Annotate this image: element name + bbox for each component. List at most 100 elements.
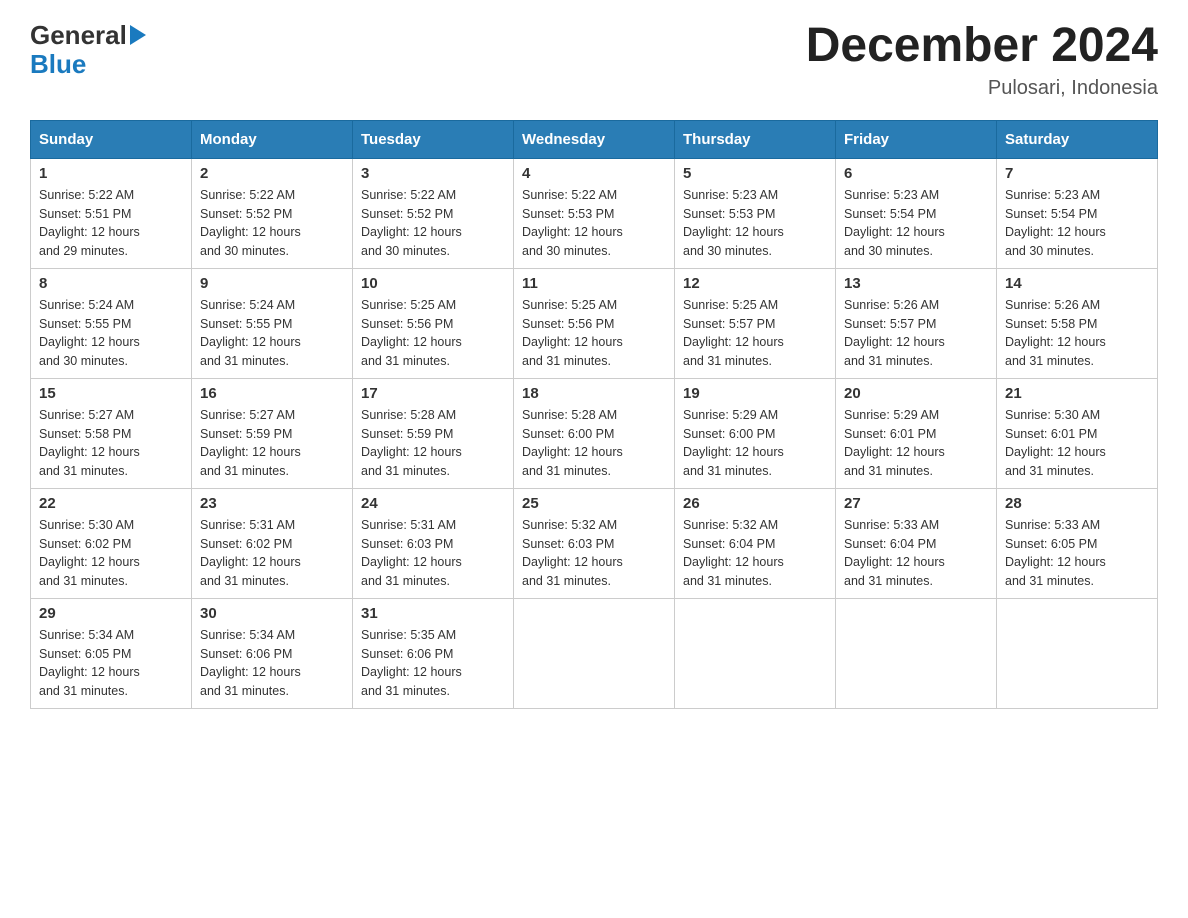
day-info: Sunrise: 5:28 AM Sunset: 6:00 PM Dayligh… <box>522 406 666 481</box>
day-info: Sunrise: 5:34 AM Sunset: 6:05 PM Dayligh… <box>39 626 183 701</box>
logo: General Blue <box>30 20 146 80</box>
day-number: 21 <box>1005 385 1149 402</box>
day-number: 4 <box>522 165 666 182</box>
calendar-week-4: 22 Sunrise: 5:30 AM Sunset: 6:02 PM Dayl… <box>31 488 1158 598</box>
day-number: 6 <box>844 165 988 182</box>
day-info: Sunrise: 5:22 AM Sunset: 5:52 PM Dayligh… <box>200 186 344 261</box>
day-number: 22 <box>39 495 183 512</box>
calendar-cell: 24 Sunrise: 5:31 AM Sunset: 6:03 PM Dayl… <box>353 488 514 598</box>
weekday-header-wednesday: Wednesday <box>514 120 675 158</box>
calendar-header: SundayMondayTuesdayWednesdayThursdayFrid… <box>31 120 1158 158</box>
day-number: 7 <box>1005 165 1149 182</box>
calendar-week-1: 1 Sunrise: 5:22 AM Sunset: 5:51 PM Dayli… <box>31 158 1158 268</box>
calendar-week-3: 15 Sunrise: 5:27 AM Sunset: 5:58 PM Dayl… <box>31 378 1158 488</box>
calendar-cell: 20 Sunrise: 5:29 AM Sunset: 6:01 PM Dayl… <box>836 378 997 488</box>
calendar-cell: 16 Sunrise: 5:27 AM Sunset: 5:59 PM Dayl… <box>192 378 353 488</box>
day-number: 28 <box>1005 495 1149 512</box>
day-number: 12 <box>683 275 827 292</box>
day-number: 1 <box>39 165 183 182</box>
calendar-cell <box>997 598 1158 708</box>
calendar-cell <box>836 598 997 708</box>
calendar-cell: 2 Sunrise: 5:22 AM Sunset: 5:52 PM Dayli… <box>192 158 353 268</box>
day-info: Sunrise: 5:25 AM Sunset: 5:57 PM Dayligh… <box>683 296 827 371</box>
weekday-header-saturday: Saturday <box>997 120 1158 158</box>
calendar-cell <box>675 598 836 708</box>
weekday-header-thursday: Thursday <box>675 120 836 158</box>
day-number: 5 <box>683 165 827 182</box>
day-info: Sunrise: 5:24 AM Sunset: 5:55 PM Dayligh… <box>39 296 183 371</box>
weekday-header-tuesday: Tuesday <box>353 120 514 158</box>
calendar-cell: 9 Sunrise: 5:24 AM Sunset: 5:55 PM Dayli… <box>192 268 353 378</box>
calendar-cell: 4 Sunrise: 5:22 AM Sunset: 5:53 PM Dayli… <box>514 158 675 268</box>
day-number: 15 <box>39 385 183 402</box>
day-number: 2 <box>200 165 344 182</box>
weekday-header-friday: Friday <box>836 120 997 158</box>
day-number: 24 <box>361 495 505 512</box>
day-info: Sunrise: 5:29 AM Sunset: 6:01 PM Dayligh… <box>844 406 988 481</box>
day-info: Sunrise: 5:22 AM Sunset: 5:52 PM Dayligh… <box>361 186 505 261</box>
calendar-cell: 1 Sunrise: 5:22 AM Sunset: 5:51 PM Dayli… <box>31 158 192 268</box>
day-info: Sunrise: 5:22 AM Sunset: 5:51 PM Dayligh… <box>39 186 183 261</box>
day-info: Sunrise: 5:23 AM Sunset: 5:54 PM Dayligh… <box>844 186 988 261</box>
day-number: 14 <box>1005 275 1149 292</box>
logo-triangle-icon <box>130 25 146 45</box>
day-number: 19 <box>683 385 827 402</box>
calendar-cell: 29 Sunrise: 5:34 AM Sunset: 6:05 PM Dayl… <box>31 598 192 708</box>
title-block: December 2024 Pulosari, Indonesia <box>806 20 1158 100</box>
day-number: 23 <box>200 495 344 512</box>
day-number: 16 <box>200 385 344 402</box>
weekday-header-sunday: Sunday <box>31 120 192 158</box>
calendar-cell: 26 Sunrise: 5:32 AM Sunset: 6:04 PM Dayl… <box>675 488 836 598</box>
day-info: Sunrise: 5:34 AM Sunset: 6:06 PM Dayligh… <box>200 626 344 701</box>
day-info: Sunrise: 5:33 AM Sunset: 6:04 PM Dayligh… <box>844 516 988 591</box>
day-info: Sunrise: 5:30 AM Sunset: 6:01 PM Dayligh… <box>1005 406 1149 481</box>
day-info: Sunrise: 5:32 AM Sunset: 6:03 PM Dayligh… <box>522 516 666 591</box>
calendar-cell: 19 Sunrise: 5:29 AM Sunset: 6:00 PM Dayl… <box>675 378 836 488</box>
calendar-cell: 28 Sunrise: 5:33 AM Sunset: 6:05 PM Dayl… <box>997 488 1158 598</box>
day-info: Sunrise: 5:24 AM Sunset: 5:55 PM Dayligh… <box>200 296 344 371</box>
calendar-cell <box>514 598 675 708</box>
day-number: 30 <box>200 605 344 622</box>
calendar-week-5: 29 Sunrise: 5:34 AM Sunset: 6:05 PM Dayl… <box>31 598 1158 708</box>
day-info: Sunrise: 5:31 AM Sunset: 6:02 PM Dayligh… <box>200 516 344 591</box>
day-number: 8 <box>39 275 183 292</box>
day-number: 17 <box>361 385 505 402</box>
day-number: 10 <box>361 275 505 292</box>
month-title: December 2024 <box>806 20 1158 73</box>
calendar-week-2: 8 Sunrise: 5:24 AM Sunset: 5:55 PM Dayli… <box>31 268 1158 378</box>
calendar-cell: 23 Sunrise: 5:31 AM Sunset: 6:02 PM Dayl… <box>192 488 353 598</box>
day-info: Sunrise: 5:29 AM Sunset: 6:00 PM Dayligh… <box>683 406 827 481</box>
calendar-cell: 18 Sunrise: 5:28 AM Sunset: 6:00 PM Dayl… <box>514 378 675 488</box>
day-info: Sunrise: 5:35 AM Sunset: 6:06 PM Dayligh… <box>361 626 505 701</box>
location-subtitle: Pulosari, Indonesia <box>806 77 1158 100</box>
day-info: Sunrise: 5:25 AM Sunset: 5:56 PM Dayligh… <box>361 296 505 371</box>
calendar-table: SundayMondayTuesdayWednesdayThursdayFrid… <box>30 120 1158 709</box>
day-info: Sunrise: 5:31 AM Sunset: 6:03 PM Dayligh… <box>361 516 505 591</box>
calendar-cell: 31 Sunrise: 5:35 AM Sunset: 6:06 PM Dayl… <box>353 598 514 708</box>
day-info: Sunrise: 5:28 AM Sunset: 5:59 PM Dayligh… <box>361 406 505 481</box>
day-number: 3 <box>361 165 505 182</box>
page-header: General Blue December 2024 Pulosari, Ind… <box>30 20 1158 100</box>
calendar-cell: 22 Sunrise: 5:30 AM Sunset: 6:02 PM Dayl… <box>31 488 192 598</box>
calendar-cell: 5 Sunrise: 5:23 AM Sunset: 5:53 PM Dayli… <box>675 158 836 268</box>
calendar-cell: 15 Sunrise: 5:27 AM Sunset: 5:58 PM Dayl… <box>31 378 192 488</box>
logo-blue-text: Blue <box>30 49 86 80</box>
calendar-cell: 25 Sunrise: 5:32 AM Sunset: 6:03 PM Dayl… <box>514 488 675 598</box>
day-info: Sunrise: 5:23 AM Sunset: 5:53 PM Dayligh… <box>683 186 827 261</box>
day-info: Sunrise: 5:27 AM Sunset: 5:59 PM Dayligh… <box>200 406 344 481</box>
day-info: Sunrise: 5:32 AM Sunset: 6:04 PM Dayligh… <box>683 516 827 591</box>
calendar-cell: 17 Sunrise: 5:28 AM Sunset: 5:59 PM Dayl… <box>353 378 514 488</box>
day-number: 25 <box>522 495 666 512</box>
day-info: Sunrise: 5:26 AM Sunset: 5:58 PM Dayligh… <box>1005 296 1149 371</box>
calendar-cell: 6 Sunrise: 5:23 AM Sunset: 5:54 PM Dayli… <box>836 158 997 268</box>
calendar-cell: 3 Sunrise: 5:22 AM Sunset: 5:52 PM Dayli… <box>353 158 514 268</box>
day-number: 20 <box>844 385 988 402</box>
calendar-cell: 14 Sunrise: 5:26 AM Sunset: 5:58 PM Dayl… <box>997 268 1158 378</box>
day-info: Sunrise: 5:25 AM Sunset: 5:56 PM Dayligh… <box>522 296 666 371</box>
calendar-cell: 27 Sunrise: 5:33 AM Sunset: 6:04 PM Dayl… <box>836 488 997 598</box>
day-info: Sunrise: 5:33 AM Sunset: 6:05 PM Dayligh… <box>1005 516 1149 591</box>
calendar-cell: 30 Sunrise: 5:34 AM Sunset: 6:06 PM Dayl… <box>192 598 353 708</box>
calendar-cell: 21 Sunrise: 5:30 AM Sunset: 6:01 PM Dayl… <box>997 378 1158 488</box>
calendar-cell: 7 Sunrise: 5:23 AM Sunset: 5:54 PM Dayli… <box>997 158 1158 268</box>
day-number: 11 <box>522 275 666 292</box>
